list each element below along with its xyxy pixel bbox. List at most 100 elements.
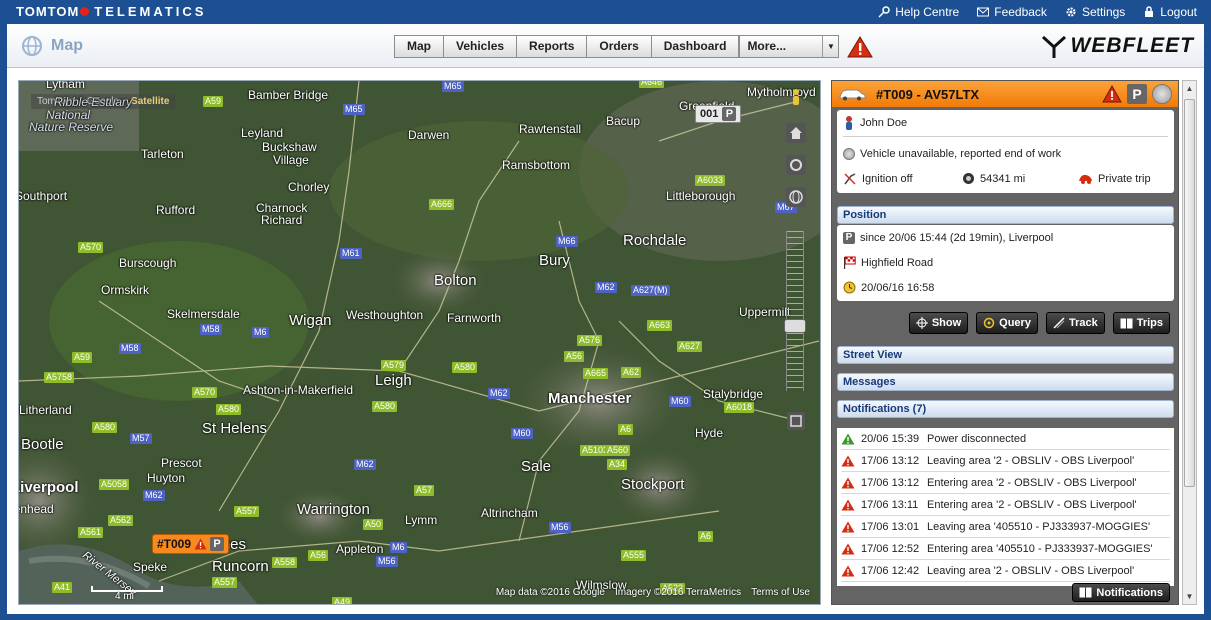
road-shield: A646 bbox=[639, 81, 665, 88]
place-label: Lytham bbox=[46, 80, 85, 91]
parking-icon: P bbox=[1127, 84, 1147, 104]
warning-icon[interactable] bbox=[1102, 85, 1122, 103]
globe-icon bbox=[22, 36, 42, 56]
help-centre-link[interactable]: Help Centre bbox=[878, 5, 959, 19]
road-shield: M58 bbox=[200, 324, 222, 335]
page-title-text: Map bbox=[51, 37, 83, 54]
road-shield: A665 bbox=[583, 368, 609, 379]
notification-row[interactable]: 17/06 13:11 Entering area '2 - OBSLIV - … bbox=[841, 494, 1170, 516]
map-type-satellite[interactable]: Satellite bbox=[125, 94, 176, 109]
road-shield: A562 bbox=[108, 515, 134, 526]
notifications-section-header[interactable]: Notifications (7) bbox=[837, 400, 1174, 418]
feedback-link[interactable]: Feedback bbox=[977, 5, 1047, 19]
feedback-label: Feedback bbox=[994, 5, 1047, 19]
road-shield: A6033 bbox=[695, 175, 726, 186]
nav-map-button[interactable]: Map bbox=[394, 35, 444, 58]
messages-section-header[interactable]: Messages bbox=[837, 373, 1174, 391]
ignition-off-icon bbox=[844, 172, 856, 185]
track-icon bbox=[1053, 317, 1065, 329]
panel-scrollbar[interactable]: ▲ ▼ bbox=[1182, 80, 1197, 605]
clock-icon bbox=[843, 281, 856, 294]
place-label: Littleborough bbox=[666, 189, 736, 203]
webfleet-mark-icon bbox=[1041, 35, 1066, 58]
fullscreen-icon[interactable] bbox=[780, 409, 812, 433]
road-shield: A576 bbox=[577, 335, 603, 346]
scroll-down-icon[interactable]: ▼ bbox=[1183, 589, 1196, 604]
query-label: Query bbox=[999, 317, 1031, 329]
vehicle-header: #T009 - AV57LTX P bbox=[832, 81, 1178, 107]
driver-row: John Doe bbox=[837, 110, 1174, 136]
notification-time: 17/06 13:11 bbox=[861, 498, 919, 511]
road-shield: M6 bbox=[252, 327, 269, 338]
vehicle-marker-t009[interactable]: #T009 P bbox=[152, 534, 230, 554]
notification-row[interactable]: 17/06 12:52 Entering area '405510 - PJ33… bbox=[841, 538, 1170, 560]
logout-link[interactable]: Logout bbox=[1143, 5, 1197, 19]
place-label: Chorley bbox=[288, 180, 330, 194]
settings-link[interactable]: Settings bbox=[1065, 5, 1125, 19]
nav-orders-button[interactable]: Orders bbox=[586, 35, 652, 58]
zoom-slider-handle[interactable] bbox=[784, 319, 806, 333]
finish-flag-icon bbox=[844, 256, 856, 269]
road-shield: A560 bbox=[605, 445, 631, 456]
notification-row[interactable]: 17/06 12:42 Leaving area '2 - OBSLIV - O… bbox=[841, 560, 1170, 582]
vehicle-info-card: John Doe Vehicle unavailable, reported e… bbox=[837, 110, 1174, 193]
home-icon[interactable] bbox=[780, 121, 812, 145]
nav-dashboard-button[interactable]: Dashboard bbox=[650, 35, 740, 58]
gear-icon bbox=[1066, 7, 1076, 17]
globe-view-icon[interactable] bbox=[780, 185, 812, 209]
place-label: Runcorn bbox=[212, 558, 269, 575]
webfleet-logo: WEBFLEET bbox=[1041, 33, 1195, 59]
vehicle-status-text: Vehicle unavailable, reported end of wor… bbox=[860, 147, 1062, 160]
position-card: P since 20/06 15:44 (2d 19min), Liverpoo… bbox=[837, 225, 1174, 301]
scroll-up-icon[interactable]: ▲ bbox=[1183, 81, 1196, 96]
road-shield: A627 bbox=[677, 341, 703, 352]
terms-of-use-link[interactable]: Terms of Use bbox=[751, 587, 810, 598]
track-button[interactable]: Track bbox=[1045, 312, 1105, 334]
vehicle-marker-001[interactable]: 001 P bbox=[695, 105, 742, 123]
notification-row[interactable]: 20/06 15:39 Power disconnected bbox=[841, 428, 1170, 450]
road-shield: A580 bbox=[372, 401, 398, 412]
nav-more-select[interactable]: More... ▼ bbox=[739, 35, 840, 58]
notifications-button[interactable]: Notifications bbox=[1072, 583, 1170, 602]
help-centre-label: Help Centre bbox=[895, 5, 960, 19]
street-view-section-header[interactable]: Street View bbox=[837, 346, 1174, 364]
place-label: Leyland bbox=[241, 126, 284, 140]
alert-warning-icon[interactable] bbox=[847, 36, 873, 58]
nav-reports-button[interactable]: Reports bbox=[516, 35, 588, 58]
warning-icon bbox=[841, 477, 855, 488]
road-shield: A580 bbox=[216, 404, 242, 415]
top-bar: TOMTOM TELEMATICS Help Centre Feedback Se… bbox=[0, 0, 1211, 24]
time-row: 20/06/16 16:58 bbox=[837, 275, 1174, 300]
nav-more-label: More... bbox=[747, 39, 787, 53]
place-label: Bolton bbox=[434, 272, 477, 289]
notifications-list: 20/06 15:39 Power disconnected 17/06 13:… bbox=[837, 428, 1174, 586]
place-label: Buckshaw bbox=[262, 140, 317, 154]
road-shield: A6018 bbox=[724, 402, 755, 413]
road-shield: A580 bbox=[452, 362, 478, 373]
road-shield: M58 bbox=[119, 343, 141, 354]
brand-logo: TOMTOM TELEMATICS bbox=[16, 4, 206, 19]
position-section-header[interactable]: Position bbox=[837, 206, 1174, 224]
notification-row[interactable]: 17/06 13:01 Leaving area '405510 - PJ333… bbox=[841, 516, 1170, 538]
rotate-icon[interactable] bbox=[780, 153, 812, 177]
notification-time: 17/06 12:42 bbox=[861, 564, 920, 577]
scrollbar-thumb[interactable] bbox=[1184, 99, 1195, 487]
show-button[interactable]: Show bbox=[908, 312, 969, 334]
road-shield: A50 bbox=[363, 519, 384, 530]
notification-row[interactable]: 17/06 13:12 Entering area '2 - OBSLIV - … bbox=[841, 472, 1170, 494]
pegman-icon[interactable] bbox=[780, 87, 812, 109]
notification-row[interactable]: 17/06 13:12 Leaving area '2 - OBSLIV - O… bbox=[841, 450, 1170, 472]
nav-vehicles-button[interactable]: Vehicles bbox=[443, 35, 518, 58]
notification-time: 17/06 13:12 bbox=[861, 476, 920, 489]
marker-001-label: 001 bbox=[700, 108, 719, 120]
zoom-slider[interactable] bbox=[786, 231, 804, 391]
place-label: Uppermill bbox=[739, 305, 790, 319]
road-shield: A41 bbox=[52, 582, 73, 593]
map-view[interactable]: TomTom Google Satellite Lytham Ribble Es… bbox=[18, 80, 821, 605]
trips-button[interactable]: Trips bbox=[1112, 312, 1170, 334]
query-button[interactable]: Query bbox=[976, 312, 1038, 334]
trip-type: Private trip bbox=[1098, 172, 1151, 185]
road-shield: M60 bbox=[669, 396, 691, 407]
place-label: Speke bbox=[133, 560, 168, 574]
vehicle-id: #T009 - AV57LTX bbox=[876, 86, 980, 102]
